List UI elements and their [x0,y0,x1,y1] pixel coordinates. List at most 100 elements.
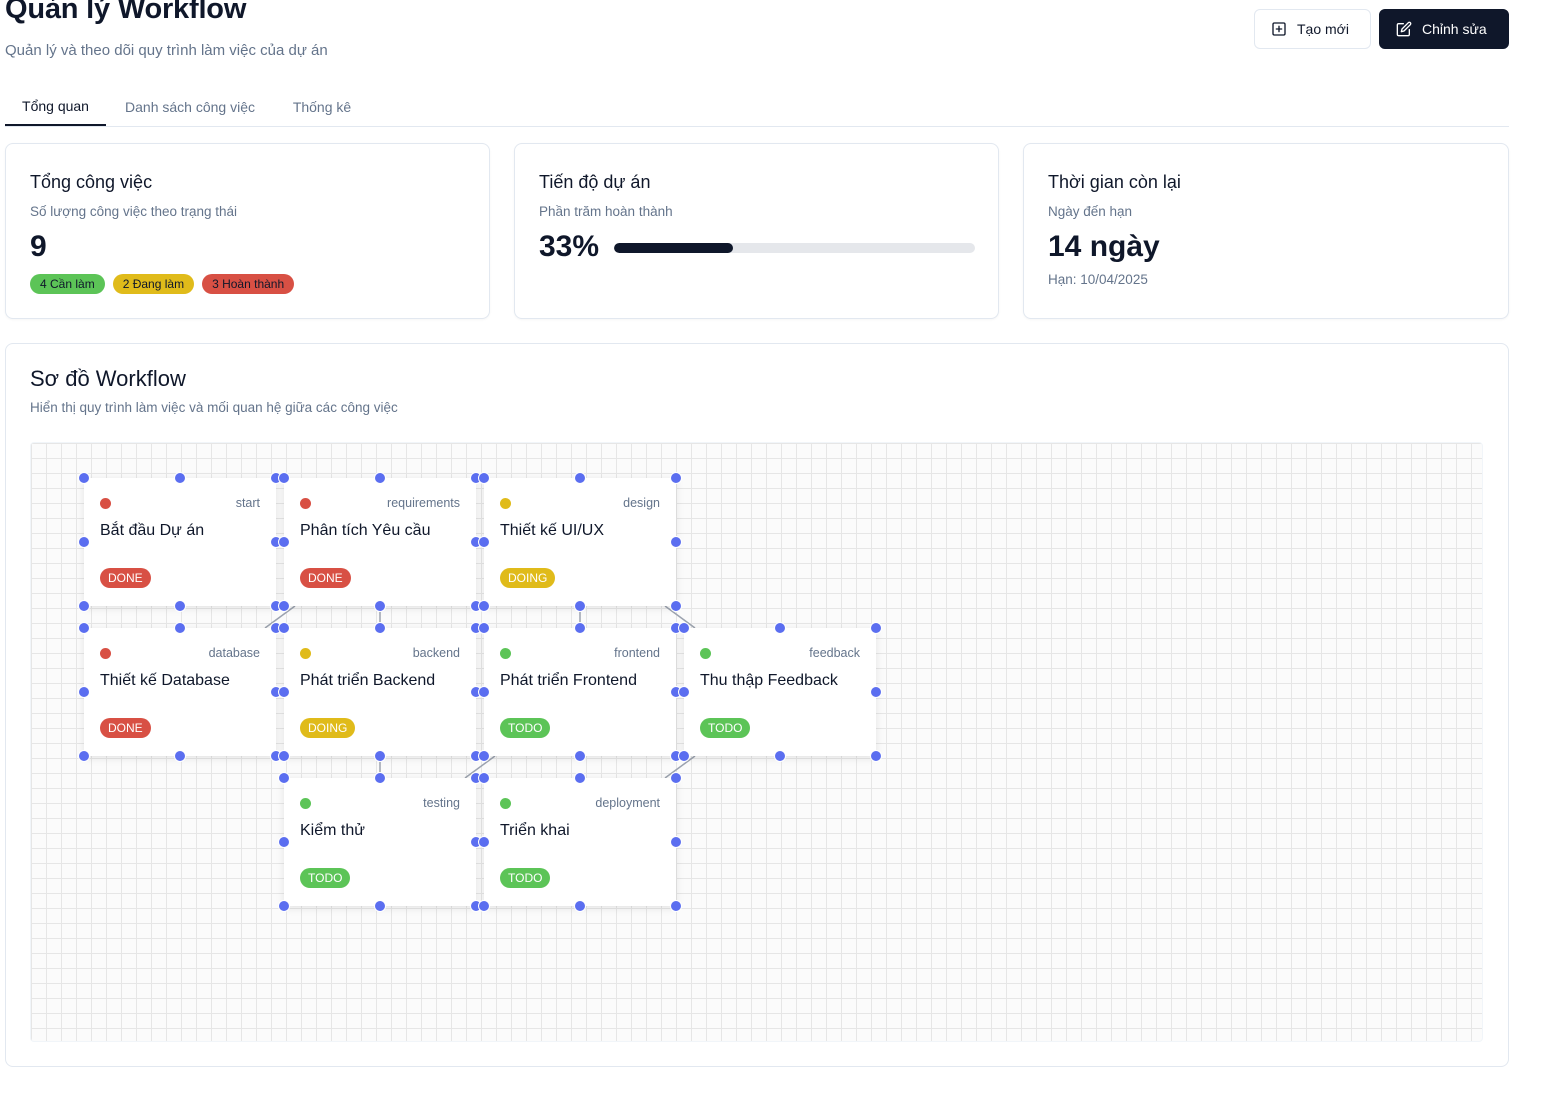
resize-handle[interactable] [574,472,586,484]
resize-handle[interactable] [574,600,586,612]
resize-handle[interactable] [670,600,682,612]
resize-handle[interactable] [374,772,386,784]
resize-handle[interactable] [574,772,586,784]
time-left-value: 14 ngày [1048,230,1160,263]
resize-handle[interactable] [374,900,386,912]
workflow-node-frontend[interactable]: frontend Phát triển Frontend TODO [484,628,676,756]
tab-overview[interactable]: Tổng quan [5,88,106,126]
status-dot [700,648,711,659]
resize-handle[interactable] [774,750,786,762]
resize-handle[interactable] [278,622,290,634]
resize-handle[interactable] [278,686,290,698]
resize-handle[interactable] [678,750,690,762]
resize-handle[interactable] [78,600,90,612]
node-key: start [235,496,260,510]
resize-handle[interactable] [174,750,186,762]
resize-handle[interactable] [174,472,186,484]
resize-handle[interactable] [870,622,882,634]
resize-handle[interactable] [374,750,386,762]
resize-handle[interactable] [478,686,490,698]
progress-value: 33% [539,230,600,263]
workflow-node-requirements[interactable]: requirements Phân tích Yêu cầu DONE [284,478,476,606]
resize-handle[interactable] [278,750,290,762]
resize-handle[interactable] [678,622,690,634]
node-status-badge: DONE [100,718,151,738]
resize-handle[interactable] [278,772,290,784]
page-subtitle: Quản lý và theo dõi quy trình làm việc c… [5,42,328,59]
edit-button[interactable]: Chỉnh sửa [1379,9,1509,49]
resize-handle[interactable] [278,836,290,848]
status-dot [100,648,111,659]
resize-handle[interactable] [574,900,586,912]
resize-handle[interactable] [278,536,290,548]
total-tasks-title: Tổng công việc [30,172,153,192]
resize-handle[interactable] [374,622,386,634]
progress-title: Tiến độ dự án [539,172,651,192]
resize-handle[interactable] [478,622,490,634]
node-label: Thiết kế UI/UX [500,522,605,539]
tab-statistics[interactable]: Thống kê [281,88,363,126]
node-status-badge: DONE [300,568,351,588]
resize-handle[interactable] [774,622,786,634]
workflow-node-database[interactable]: database Thiết kế Database DONE [84,628,276,756]
resize-handle[interactable] [478,472,490,484]
resize-handle[interactable] [278,900,290,912]
progress-bar [614,243,975,253]
resize-handle[interactable] [478,772,490,784]
tab-list: Tổng quan Danh sách công việc Thống kê [5,88,1509,127]
resize-handle[interactable] [78,536,90,548]
resize-handle[interactable] [374,600,386,612]
node-status-badge: TODO [300,868,351,888]
resize-handle[interactable] [678,686,690,698]
workflow-node-backend[interactable]: backend Phát triển Backend DOING [284,628,476,756]
resize-handle[interactable] [78,686,90,698]
resize-handle[interactable] [478,750,490,762]
workflow-node-start[interactable]: start Bắt đầu Dự án DONE [84,478,276,606]
node-label: Triển khai [500,822,570,839]
node-key: backend [412,646,460,660]
doing-count-badge: 2 Đang làm [112,274,195,294]
resize-handle[interactable] [78,622,90,634]
workflow-node-design[interactable]: design Thiết kế UI/UX DOING [484,478,676,606]
status-dot [500,498,511,509]
node-status-badge: DONE [100,568,151,588]
deadline-text: Hạn: 10/04/2025 [1048,272,1148,287]
workflow-node-testing[interactable]: testing Kiểm thử TODO [284,778,476,906]
workflow-node-feedback[interactable]: feedback Thu thập Feedback TODO [684,628,876,756]
resize-handle[interactable] [574,750,586,762]
resize-handle[interactable] [670,536,682,548]
resize-handle[interactable] [478,536,490,548]
total-tasks-value: 9 [30,230,47,263]
page-title: Quản lý Workflow [5,0,247,25]
resize-handle[interactable] [478,900,490,912]
resize-handle[interactable] [670,472,682,484]
resize-handle[interactable] [174,600,186,612]
resize-handle[interactable] [278,472,290,484]
resize-handle[interactable] [870,686,882,698]
progress-desc: Phần trăm hoàn thành [539,204,673,219]
status-dot [300,498,311,509]
status-badges: 4 Cần làm 2 Đang làm 3 Hoàn thành [30,274,295,294]
resize-handle[interactable] [78,472,90,484]
resize-handle[interactable] [278,600,290,612]
node-status-badge: DOING [300,718,356,738]
node-key: testing [423,796,460,810]
tab-task-list[interactable]: Danh sách công việc [115,88,265,126]
resize-handle[interactable] [670,900,682,912]
resize-handle[interactable] [478,836,490,848]
resize-handle[interactable] [670,772,682,784]
resize-handle[interactable] [374,472,386,484]
edit-label: Chỉnh sửa [1422,21,1487,37]
resize-handle[interactable] [174,622,186,634]
workflow-node-deployment[interactable]: deployment Triển khai TODO [484,778,676,906]
status-dot [100,498,111,509]
create-new-label: Tạo mới [1297,21,1349,37]
resize-handle[interactable] [670,836,682,848]
time-left-card: Thời gian còn lại Ngày đến hạn 14 ngày H… [1023,143,1509,319]
create-new-button[interactable]: Tạo mới [1254,9,1371,49]
resize-handle[interactable] [574,622,586,634]
resize-handle[interactable] [870,750,882,762]
resize-handle[interactable] [478,600,490,612]
resize-handle[interactable] [78,750,90,762]
edit-icon [1396,21,1412,37]
